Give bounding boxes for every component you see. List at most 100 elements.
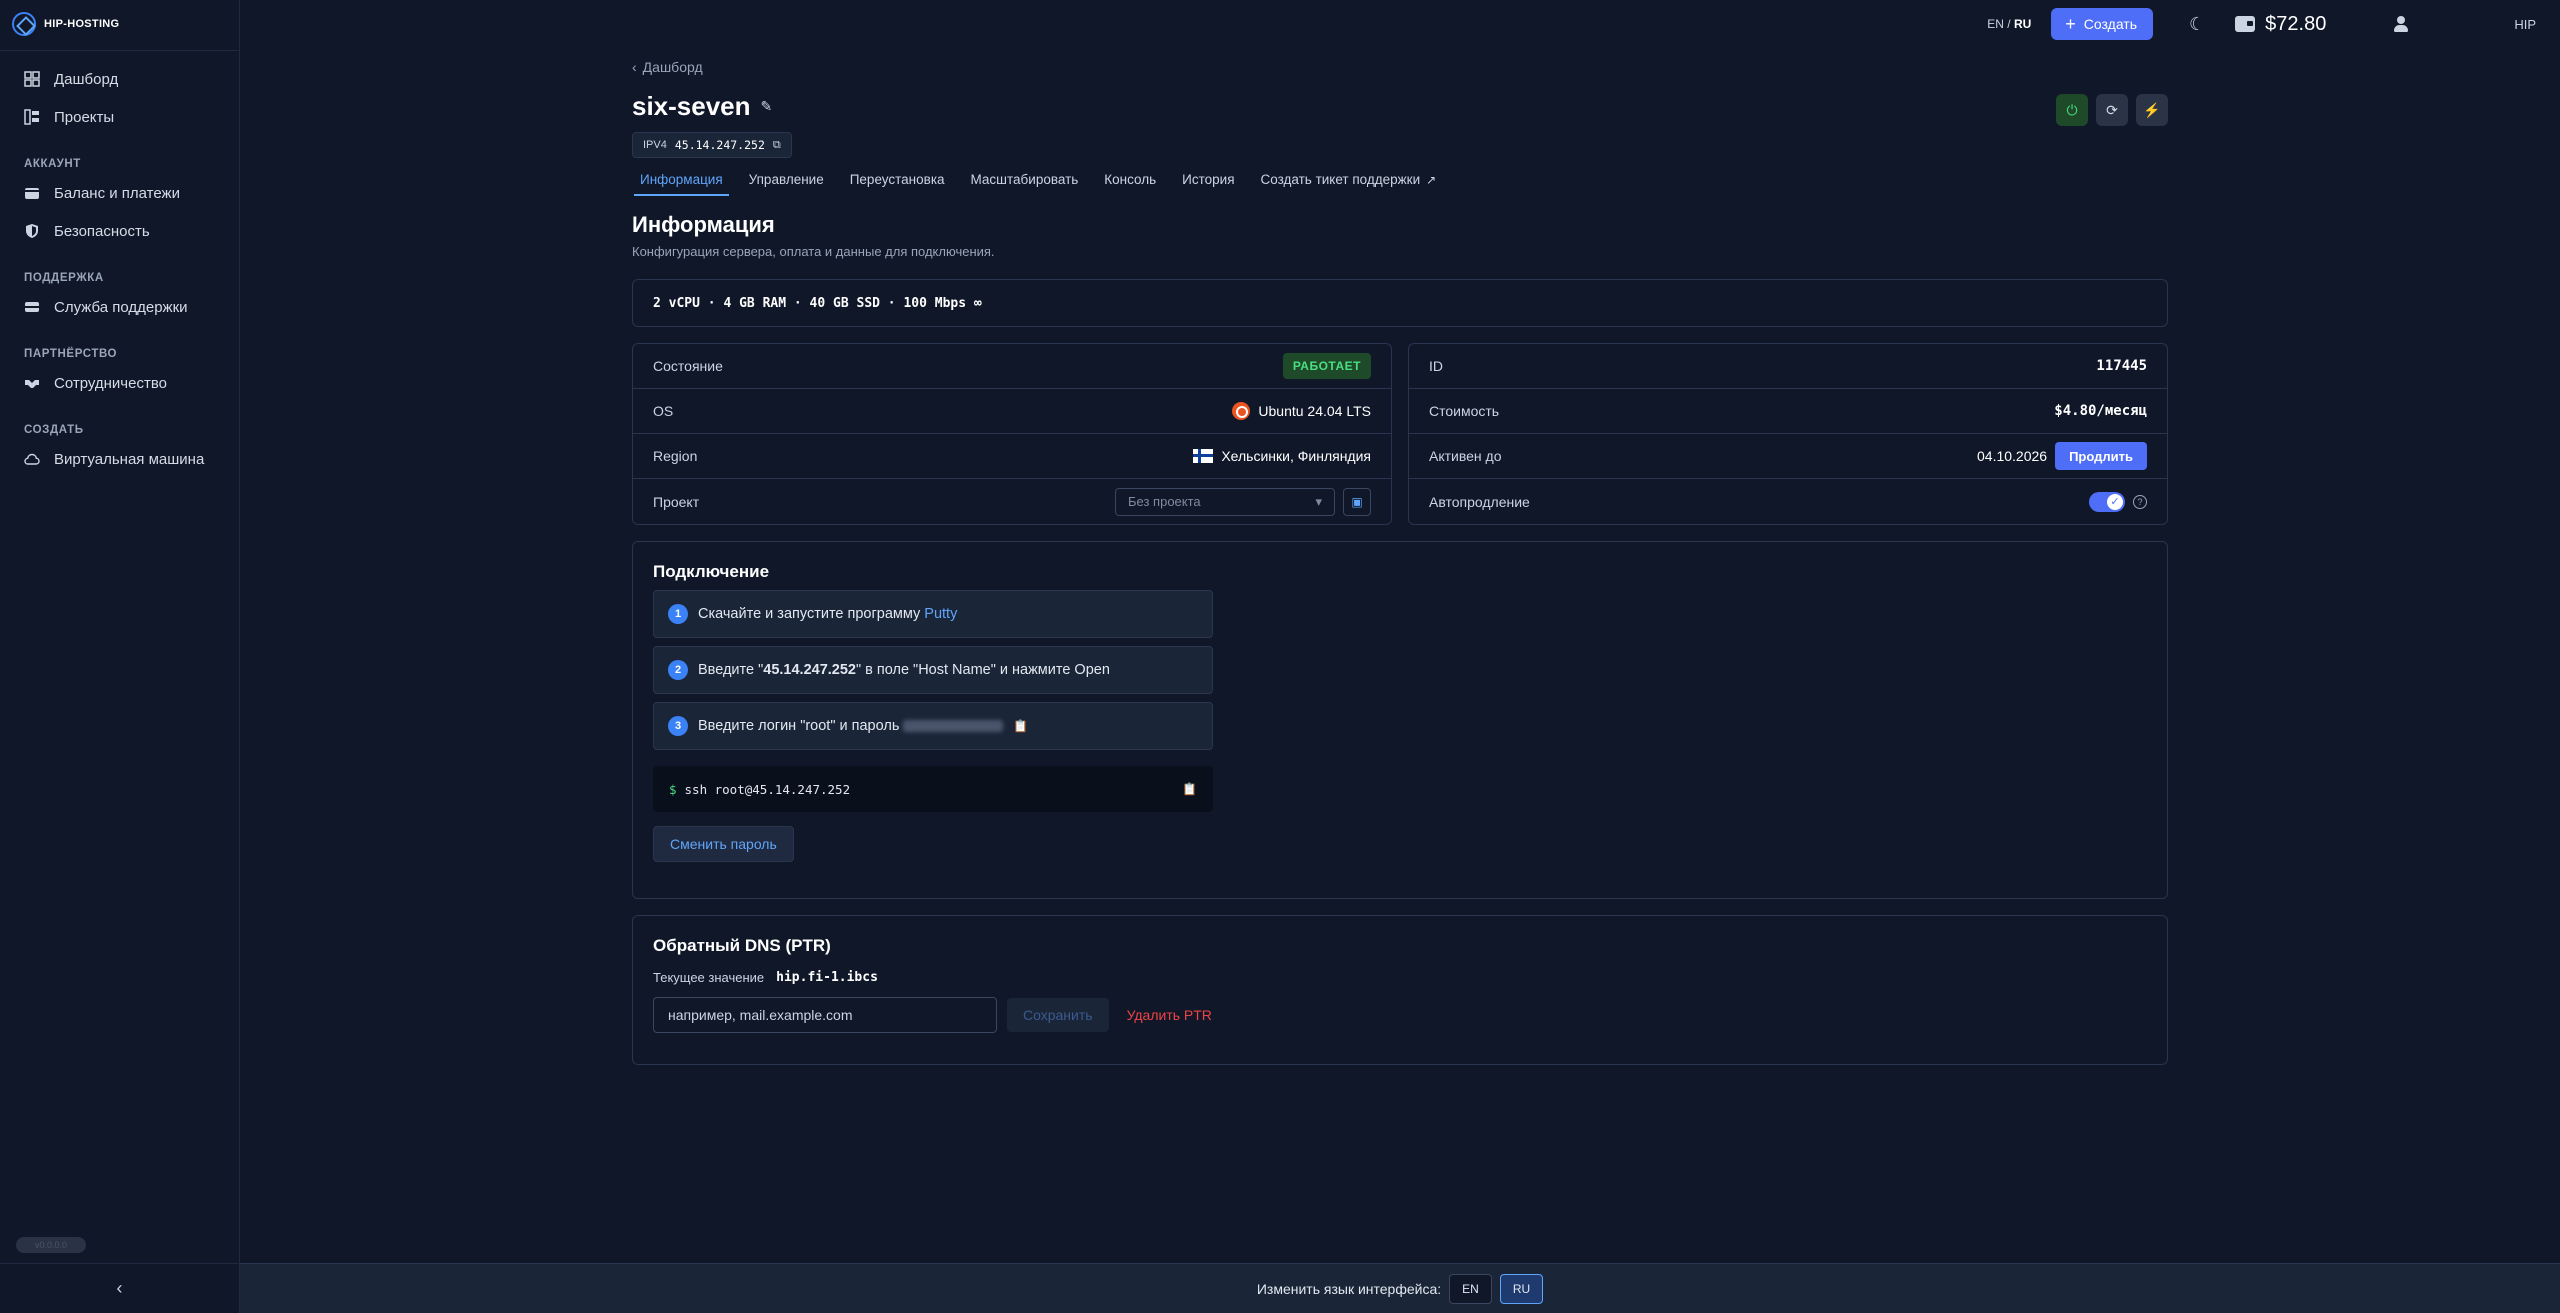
region-value-wrap: Хельсинки, Финляндия <box>1193 448 1371 464</box>
id-row: ID 117445 <box>1409 344 2167 389</box>
step-number: 3 <box>668 716 688 736</box>
step3-text: Введите логин "root" и пароль <box>698 718 904 734</box>
connection-card: Подключение 1 Скачайте и запустите прогр… <box>632 541 2168 899</box>
autorenew-row: Автопродление ? <box>1409 479 2167 524</box>
create-button-label: Создать <box>2083 16 2138 32</box>
clipboard-icon[interactable]: 📋 <box>1182 782 1197 796</box>
grid-icon <box>24 71 40 87</box>
ptr-input[interactable] <box>653 997 997 1033</box>
project-row: Проект Без проекта ▾ ▣ <box>633 479 1391 524</box>
projects-icon <box>24 109 39 125</box>
ubuntu-icon <box>1232 402 1251 420</box>
sidebar-item-projects[interactable]: Проекты <box>0 98 239 136</box>
sidebar-section-account: АККАУНТ <box>24 158 81 170</box>
copy-icon[interactable]: ⧉ <box>773 139 781 152</box>
top-header: EN / RU + Создать ☾ $72.80 HIP <box>240 0 2560 48</box>
step2-pre: Введите " <box>698 662 764 678</box>
sidebar-item-partnership[interactable]: Сотрудничество <box>0 364 239 402</box>
power-button[interactable]: ⏻ <box>2056 94 2088 126</box>
sidebar-section-partnership: ПАРТНЁРСТВО <box>24 348 118 360</box>
folder-button[interactable]: ▣ <box>1343 487 1371 516</box>
change-password-button[interactable]: Сменить пароль <box>653 826 794 862</box>
id-value: 117445 <box>2096 358 2147 374</box>
edit-pencil-icon[interactable]: ✎ <box>761 98 773 115</box>
tab-support-ticket[interactable]: Создать тикет поддержки ↗ <box>1261 172 1437 196</box>
cost-value: $4.80/месяц <box>2054 403 2147 419</box>
active-until-label: Активен до <box>1429 448 1502 464</box>
step-number: 1 <box>668 604 688 624</box>
create-button[interactable]: + Создать <box>2051 8 2154 40</box>
wallet-icon <box>2235 16 2256 32</box>
username[interactable]: HIP <box>2514 17 2536 32</box>
main-content: ‹ Дашборд six-seven ✎ IPV4 45.14.247.252… <box>632 56 2168 1065</box>
lang-ru-link[interactable]: RU <box>2014 17 2031 31</box>
tab-scale[interactable]: Масштабировать <box>971 172 1079 196</box>
sidebar-item-dashboard[interactable]: Дашборд <box>0 60 239 98</box>
sidebar-item-label: Проекты <box>54 108 115 126</box>
renew-button[interactable]: Продлить <box>2055 442 2147 470</box>
region-row: Region Хельсинки, Финляндия <box>633 434 1391 479</box>
clipboard-icon[interactable]: 📋 <box>1013 719 1028 733</box>
breadcrumb[interactable]: ‹ Дашборд <box>632 56 2168 78</box>
ssh-command-wrap: $ ssh root@45.14.247.252 <box>669 782 850 797</box>
sidebar-item-balance[interactable]: Баланс и платежи <box>0 174 239 212</box>
putty-link[interactable]: Putty <box>924 606 957 622</box>
sidebar-section-support: ПОДДЕРЖКА <box>24 272 104 284</box>
user-icon[interactable] <box>2392 15 2410 33</box>
ptr-save-button[interactable]: Сохранить <box>1007 998 1109 1032</box>
os-value-wrap: Ubuntu 24.04 LTS <box>1232 402 1371 420</box>
force-action-button[interactable]: ⚡ <box>2136 94 2168 126</box>
status-badge: РАБОТАЕТ <box>1282 353 1371 379</box>
state-row: Состояние РАБОТАЕТ <box>633 344 1391 389</box>
tab-console[interactable]: Консоль <box>1104 172 1156 196</box>
ptr-form: Сохранить Удалить PTR <box>653 997 2147 1033</box>
state-label: Состояние <box>653 358 723 374</box>
help-icon[interactable]: ? <box>2133 494 2147 509</box>
prompt-symbol: $ <box>669 781 677 797</box>
server-info-card: Состояние РАБОТАЕТ OS Ubuntu 24.04 LTS R… <box>632 343 1392 525</box>
region-label: Region <box>653 448 698 464</box>
connection-step-1: 1 Скачайте и запустите программу Putty <box>653 590 1213 638</box>
cost-label: Стоимость <box>1429 403 1500 419</box>
power-icon: ⏻ <box>2066 101 2078 118</box>
project-select[interactable]: Без проекта ▾ <box>1115 487 1335 516</box>
ptr-current-label: Текущее значение <box>653 970 765 985</box>
ptr-title: Обратный DNS (PTR) <box>653 936 831 955</box>
logo[interactable]: HIP-HOSTING <box>12 12 119 36</box>
step2-post: " в поле "Host Name" и нажмите Open <box>855 662 1110 678</box>
active-until-value: 04.10.2026 <box>1977 448 2048 464</box>
ticket-icon <box>25 302 39 312</box>
tab-history[interactable]: История <box>1182 172 1234 196</box>
ipv4-chip[interactable]: IPV4 45.14.247.252 ⧉ <box>632 132 792 158</box>
ptr-delete-button[interactable]: Удалить PTR <box>1127 1007 1212 1023</box>
tab-support-ticket-label: Создать тикет поддержки <box>1260 172 1421 187</box>
tab-manage[interactable]: Управление <box>749 172 824 196</box>
os-row: OS Ubuntu 24.04 LTS <box>633 389 1391 434</box>
tab-info[interactable]: Информация <box>634 172 729 196</box>
tab-reinstall[interactable]: Переустановка <box>850 172 945 196</box>
sidebar-item-security[interactable]: Безопасность <box>0 212 239 250</box>
plus-icon: + <box>2065 14 2076 34</box>
sidebar-item-support[interactable]: Служба поддержки <box>0 288 239 326</box>
balance-display[interactable]: $72.80 <box>2235 13 2326 36</box>
lang-separator: / <box>2007 17 2011 31</box>
footer-lang-en-button[interactable]: EN <box>1449 1273 1492 1304</box>
cost-row: Стоимость $4.80/месяц <box>1409 389 2167 434</box>
theme-toggle-moon-icon[interactable]: ☾ <box>2189 14 2205 35</box>
lang-en-link[interactable]: EN <box>1987 17 2004 31</box>
step-number: 2 <box>668 660 688 680</box>
region-value: Хельсинки, Финляндия <box>1221 448 1371 464</box>
sidebar-item-virtual-machine[interactable]: Виртуальная машина <box>0 440 239 478</box>
sidebar-collapse-button[interactable]: ‹ <box>0 1263 239 1313</box>
version-badge: v0.0.0.0 <box>16 1237 86 1253</box>
blurred-password[interactable] <box>903 720 1004 733</box>
ipv4-label: IPV4 <box>643 139 667 151</box>
ssh-command-box: $ ssh root@45.14.247.252 📋 <box>653 766 1213 812</box>
autorenew-toggle[interactable] <box>2089 491 2125 512</box>
step-text: Скачайте и запустите программу Putty <box>698 606 957 622</box>
restart-button[interactable]: ⟳ <box>2096 94 2128 126</box>
tabs: Информация Управление Переустановка Масш… <box>632 172 2168 196</box>
footer-lang-ru-button[interactable]: RU <box>1499 1273 1544 1304</box>
autorenew-label: Автопродление <box>1429 493 1530 510</box>
refresh-icon: ⟳ <box>2106 101 2118 118</box>
